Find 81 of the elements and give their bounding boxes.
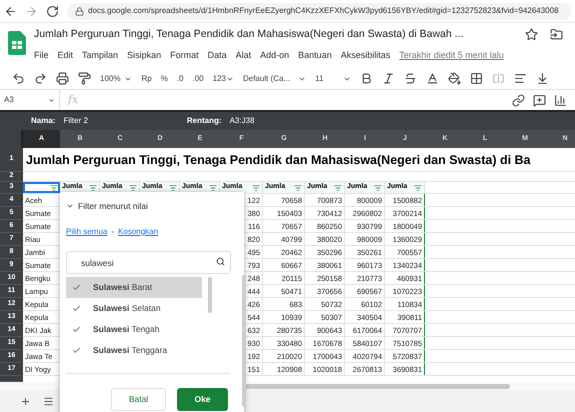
check-icon [72, 283, 81, 292]
strikethrough-icon[interactable] [404, 72, 418, 85]
borders-icon[interactable] [470, 72, 484, 85]
zoom-dropdown[interactable]: 100% [100, 72, 132, 84]
print-icon[interactable] [56, 72, 69, 85]
bold-icon[interactable] [360, 72, 374, 85]
ok-button[interactable]: Oke [177, 388, 228, 412]
filter-icon[interactable] [89, 184, 97, 192]
filter-value-option[interactable]: Sulawesi Tenggara [66, 340, 202, 362]
menu-item[interactable]: Aksesibilitas [340, 48, 390, 62]
menu-item[interactable]: Edit [58, 48, 74, 62]
back-icon[interactable] [4, 4, 17, 18]
text-color-icon[interactable] [426, 72, 440, 85]
paint-format-icon[interactable] [78, 72, 91, 85]
check-icon [72, 346, 81, 356]
filter-icon[interactable] [374, 184, 382, 192]
merge-cells-icon[interactable] [492, 72, 506, 85]
italic-icon[interactable] [382, 72, 396, 85]
formula-fx-label: fx [66, 92, 80, 108]
menu-item[interactable]: Tampilan [82, 48, 118, 62]
chart-icon[interactable] [554, 94, 567, 106]
font-size-dropdown[interactable]: 11 [315, 72, 352, 84]
filter-name: Filter 2 [63, 115, 88, 127]
vertical-align-icon[interactable] [536, 72, 550, 85]
decrease-decimal-button[interactable]: .0 [176, 72, 184, 84]
filter-icon[interactable] [252, 184, 260, 192]
popup-scrollbar[interactable] [242, 275, 246, 407]
clear-link[interactable]: Kosongkan [118, 226, 158, 238]
add-sheet-icon[interactable] [20, 396, 31, 406]
last-edit-link[interactable]: Terakhir diedit 5 menit lalu [399, 48, 504, 62]
filter-icon[interactable] [50, 184, 58, 192]
filter-icon[interactable] [334, 184, 342, 192]
menu-item[interactable]: Alat [236, 48, 252, 62]
address-bar[interactable]: docs.google.com/spreadsheets/d/1HmbnRFnyrEeEZyerghC4KzzXEFXhCykW3pyd6156YBY/edit#gid=1232752823&fvid=942643008 [67, 2, 571, 20]
number-format-dropdown[interactable]: 123 [212, 72, 234, 84]
filter-value-option[interactable]: Sulawesi Tengah [66, 319, 202, 340]
range-value: A3:J38 [230, 115, 254, 127]
currency-button[interactable]: Rp [141, 72, 152, 84]
redo-icon[interactable] [34, 72, 47, 85]
filter-icon[interactable] [129, 184, 137, 192]
filter-by-values-toggle[interactable]: Filter menurut nilai [66, 200, 238, 213]
menu-item[interactable]: Format [170, 48, 199, 62]
select-all-link[interactable]: Pilih semua [66, 226, 108, 238]
selected-cell[interactable] [23, 182, 60, 193]
link-icon[interactable] [512, 94, 525, 106]
menu-item[interactable]: Bantuan [298, 48, 332, 62]
menu-item[interactable]: Sisipkan [127, 48, 162, 62]
menu-item[interactable]: Data [208, 48, 227, 62]
caret-icon [48, 96, 55, 104]
range-label: Rentang: [186, 115, 222, 127]
filter-value-option[interactable]: Sulawesi Barat [66, 277, 202, 298]
spreadsheet-logo-icon[interactable] [8, 31, 26, 55]
undo-icon[interactable] [12, 72, 25, 85]
sheet-title-cell-text: Jumlah Perguruan Tinggi, Tenaga Pendidik dan Mahasiswa(Negeri dan Swasta) di Ba [25, 152, 531, 169]
fill-color-icon[interactable] [448, 72, 462, 85]
reload-icon[interactable] [46, 4, 59, 18]
search-field[interactable]: sulawesi [66, 251, 231, 274]
check-icon [72, 325, 81, 334]
filter-icon[interactable] [169, 184, 177, 192]
move-folder-icon[interactable] [550, 28, 563, 42]
filter-name-label: Nama: [31, 115, 56, 127]
increase-decimal-button[interactable]: .00 [192, 72, 204, 84]
add-comment-icon[interactable] [533, 94, 546, 106]
lock-icon [75, 6, 84, 16]
all-sheets-icon[interactable] [43, 396, 54, 406]
align-icon[interactable] [514, 72, 528, 85]
check-icon [72, 304, 81, 314]
star-icon[interactable] [525, 28, 538, 42]
document-title[interactable]: Jumlah Perguruan Tinggi, Tenaga Pendidik dan Mahasiswa(Negeri dan Swasta) di Bawah ... [34, 27, 464, 43]
percent-button[interactable]: % [160, 72, 168, 84]
filter-icon[interactable] [209, 184, 217, 192]
filter-icon[interactable] [294, 184, 302, 192]
menu-item[interactable]: File [34, 48, 49, 62]
list-scrollbar[interactable] [208, 277, 212, 314]
filter-icon[interactable] [414, 184, 422, 192]
menu-item[interactable]: Add-on [260, 48, 290, 62]
filter-value-option[interactable]: Sulawesi Selatan [66, 298, 202, 320]
search-icon[interactable] [216, 256, 225, 266]
font-dropdown[interactable]: Default (Ca... [242, 72, 306, 84]
cancel-button[interactable]: Batal [111, 388, 166, 412]
link-separator: - [111, 226, 114, 238]
